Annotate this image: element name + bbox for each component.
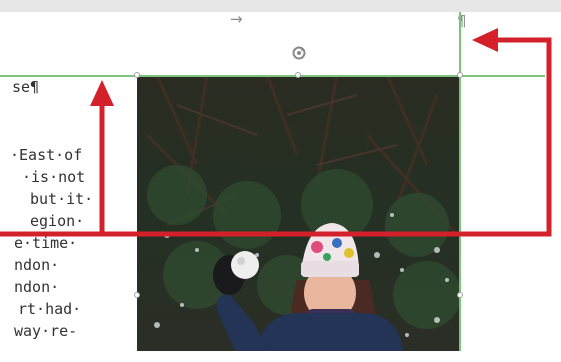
red-arrow-icon xyxy=(0,28,552,237)
